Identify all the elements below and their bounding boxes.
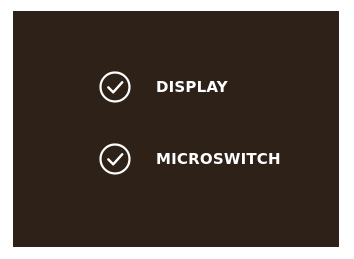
status-panel: DISPLAY MICROSWITCH (13, 11, 339, 247)
check-label-microswitch: MICROSWITCH (156, 150, 281, 168)
check-item-display: DISPLAY (98, 70, 228, 104)
check-label-display: DISPLAY (156, 78, 228, 96)
check-circle-icon (98, 142, 132, 176)
check-item-microswitch: MICROSWITCH (98, 142, 281, 176)
check-circle-icon (98, 70, 132, 104)
